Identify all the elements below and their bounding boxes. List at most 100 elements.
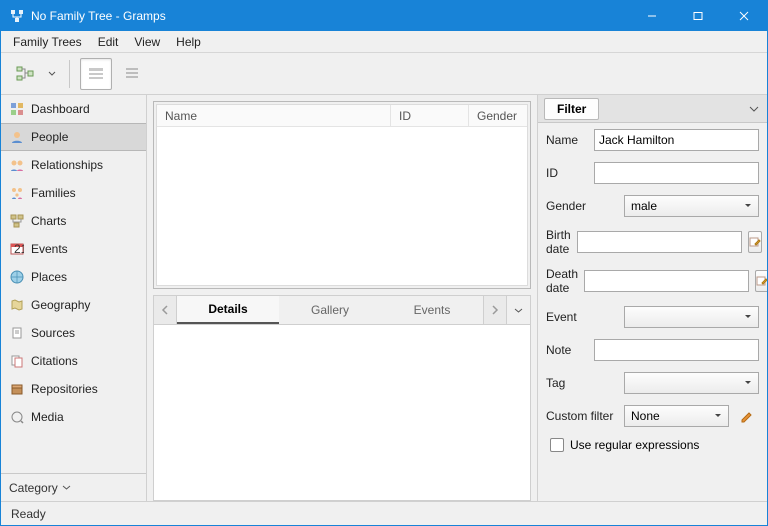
geography-icon (9, 297, 25, 313)
events-icon: 21 (9, 241, 25, 257)
custom-filter-edit-button[interactable] (735, 405, 759, 427)
sidebar-item-label: Places (31, 270, 67, 284)
filter-gender-label: Gender (546, 199, 618, 213)
sidebar-item-label: Dashboard (31, 102, 90, 116)
chevron-down-icon (744, 379, 752, 387)
sidebar: Dashboard People Relationships Families … (1, 95, 147, 501)
tab-gallery[interactable]: Gallery (279, 296, 381, 324)
filter-note-input[interactable] (594, 339, 759, 361)
tab-events[interactable]: Events (381, 296, 483, 324)
tab-scroll-right[interactable] (483, 295, 507, 325)
sidebar-item-media[interactable]: Media (1, 403, 146, 431)
filter-death-label: Death date (546, 267, 578, 295)
filter-id-input[interactable] (594, 162, 759, 184)
filter-button[interactable]: Filter (544, 98, 599, 120)
sidebar-item-geography[interactable]: Geography (1, 291, 146, 319)
column-header-id[interactable]: ID (391, 105, 469, 127)
relationships-icon (9, 157, 25, 173)
sidebar-item-label: Sources (31, 326, 75, 340)
sidebar-item-label: Families (31, 186, 76, 200)
filter-gender-combo[interactable]: male (624, 195, 759, 217)
calendar-edit-icon (749, 236, 761, 248)
window-minimize-button[interactable] (629, 1, 675, 31)
menu-help[interactable]: Help (168, 33, 209, 51)
sidebar-item-sources[interactable]: Sources (1, 319, 146, 347)
tab-details[interactable]: Details (177, 296, 279, 324)
menu-family-trees[interactable]: Family Trees (5, 33, 90, 51)
window-titlebar: No Family Tree - Gramps (1, 1, 767, 31)
filter-name-label: Name (546, 133, 588, 147)
places-icon (9, 269, 25, 285)
chevron-down-icon (714, 412, 722, 420)
filter-death-input[interactable] (584, 270, 749, 292)
filter-note-label: Note (546, 343, 588, 357)
tab-content (153, 325, 531, 501)
sidebar-item-label: Geography (31, 298, 90, 312)
filter-id-label: ID (546, 166, 588, 180)
filter-event-label: Event (546, 310, 618, 324)
sidebar-item-label: Repositories (31, 382, 98, 396)
filter-custom-label: Custom filter (546, 409, 618, 423)
statusbar: Ready (1, 501, 767, 525)
birth-date-picker-button[interactable] (748, 231, 762, 253)
list-view-card-button[interactable] (80, 58, 112, 90)
window-close-button[interactable] (721, 1, 767, 31)
sidebar-item-label: Citations (31, 354, 78, 368)
citations-icon (9, 353, 25, 369)
tree-view-button[interactable] (9, 58, 41, 90)
menu-edit[interactable]: Edit (90, 33, 127, 51)
death-date-picker-button[interactable] (755, 270, 767, 292)
charts-icon (9, 213, 25, 229)
category-toggle[interactable]: Category (1, 473, 146, 501)
chevron-down-icon (744, 202, 752, 210)
sidebar-item-repositories[interactable]: Repositories (1, 375, 146, 403)
people-grid-body[interactable] (157, 127, 527, 285)
media-icon (9, 409, 25, 425)
filter-gender-value: male (631, 199, 657, 213)
families-icon (9, 185, 25, 201)
sidebar-item-relationships[interactable]: Relationships (1, 151, 146, 179)
tab-scroll-left[interactable] (153, 295, 177, 325)
list-view-compact-button[interactable] (116, 58, 148, 90)
sidebar-item-events[interactable]: 21 Events (1, 235, 146, 263)
window-title: No Family Tree - Gramps (31, 9, 629, 23)
filter-birth-label: Birth date (546, 228, 571, 256)
filter-panel-dropdown[interactable] (741, 104, 767, 114)
status-text: Ready (11, 507, 46, 521)
repositories-icon (9, 381, 25, 397)
filter-custom-value: None (631, 409, 660, 423)
filter-event-combo[interactable] (624, 306, 759, 328)
center-pane: Name ID Gender Details Gallery Events (147, 95, 537, 501)
pencil-icon (740, 409, 754, 423)
sidebar-item-dashboard[interactable]: Dashboard (1, 95, 146, 123)
filter-name-input[interactable] (594, 129, 759, 151)
people-icon (9, 129, 25, 145)
column-header-name[interactable]: Name (157, 105, 391, 127)
sidebar-item-citations[interactable]: Citations (1, 347, 146, 375)
menubar: Family Trees Edit View Help (1, 31, 767, 53)
sidebar-item-places[interactable]: Places (1, 263, 146, 291)
sidebar-item-people[interactable]: People (1, 123, 146, 151)
filter-custom-combo[interactable]: None (624, 405, 729, 427)
tree-view-dropdown-icon[interactable] (45, 70, 59, 78)
filter-birth-input[interactable] (577, 231, 742, 253)
svg-text:21: 21 (14, 242, 24, 256)
tab-dropdown[interactable] (507, 295, 531, 325)
sidebar-item-label: Charts (31, 214, 66, 228)
window-maximize-button[interactable] (675, 1, 721, 31)
sidebar-item-charts[interactable]: Charts (1, 207, 146, 235)
sidebar-item-families[interactable]: Families (1, 179, 146, 207)
category-label: Category (9, 481, 58, 495)
filter-panel: Filter Name ID Gender male Birth date (537, 95, 767, 501)
calendar-edit-icon (756, 275, 767, 287)
column-header-gender[interactable]: Gender (469, 105, 527, 127)
chevron-down-icon (62, 483, 71, 492)
sources-icon (9, 325, 25, 341)
sidebar-item-label: Events (31, 242, 68, 256)
app-icon (9, 8, 25, 24)
filter-tag-label: Tag (546, 376, 618, 390)
regex-checkbox[interactable] (550, 438, 564, 452)
sidebar-item-label: Relationships (31, 158, 103, 172)
filter-tag-combo[interactable] (624, 372, 759, 394)
menu-view[interactable]: View (126, 33, 168, 51)
